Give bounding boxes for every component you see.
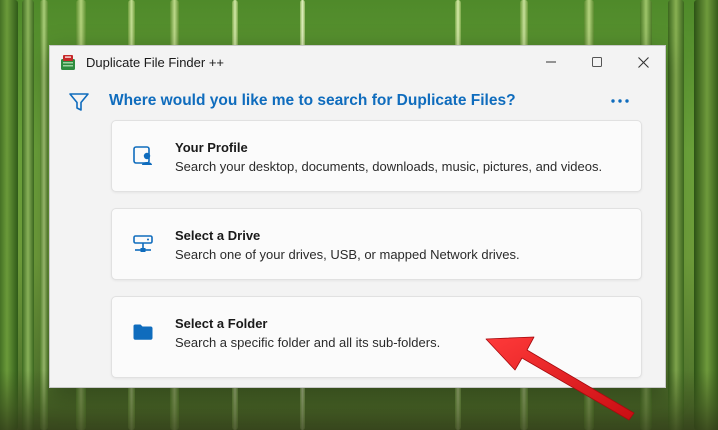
- maximize-icon: [592, 57, 602, 67]
- option-select-drive[interactable]: Select a Drive Search one of your drives…: [111, 208, 642, 280]
- maximize-button[interactable]: [574, 46, 620, 78]
- close-icon: [637, 56, 649, 68]
- minimize-icon: [546, 61, 556, 63]
- minimize-button[interactable]: [528, 46, 574, 78]
- option-description: Search a specific folder and all its sub…: [175, 335, 441, 350]
- folder-icon: [133, 324, 153, 340]
- app-icon: [61, 55, 75, 70]
- page-heading: Where would you like me to search for Du…: [109, 92, 516, 109]
- option-title: Select a Drive: [175, 228, 261, 243]
- option-your-profile[interactable]: Your Profile Search your desktop, docume…: [111, 120, 642, 192]
- bamboo-stalk: [22, 0, 34, 430]
- profile-icon: [133, 146, 152, 165]
- option-description: Search your desktop, documents, download…: [175, 159, 603, 174]
- bamboo-stalk: [40, 0, 48, 430]
- bamboo-stalk: [668, 0, 684, 430]
- desktop-background: Duplicate File Finder ++ Where would you…: [0, 0, 718, 430]
- option-description: Search one of your drives, USB, or mappe…: [175, 247, 520, 262]
- close-button[interactable]: [620, 46, 665, 78]
- filter-icon[interactable]: [68, 91, 90, 113]
- title-bar[interactable]: Duplicate File Finder ++: [50, 46, 665, 78]
- window-title: Duplicate File Finder ++: [86, 55, 225, 70]
- more-horizontal-icon[interactable]: [610, 98, 630, 104]
- option-title: Your Profile: [175, 140, 248, 155]
- header-row: Where would you like me to search for Du…: [50, 86, 665, 114]
- option-select-folder[interactable]: Select a Folder Search a specific folder…: [111, 296, 642, 378]
- app-window: Duplicate File Finder ++ Where would you…: [49, 45, 666, 388]
- network-drive-icon: [133, 235, 153, 252]
- bamboo-stalk: [0, 0, 18, 430]
- bamboo-stalk: [694, 0, 718, 430]
- option-title: Select a Folder: [175, 316, 268, 331]
